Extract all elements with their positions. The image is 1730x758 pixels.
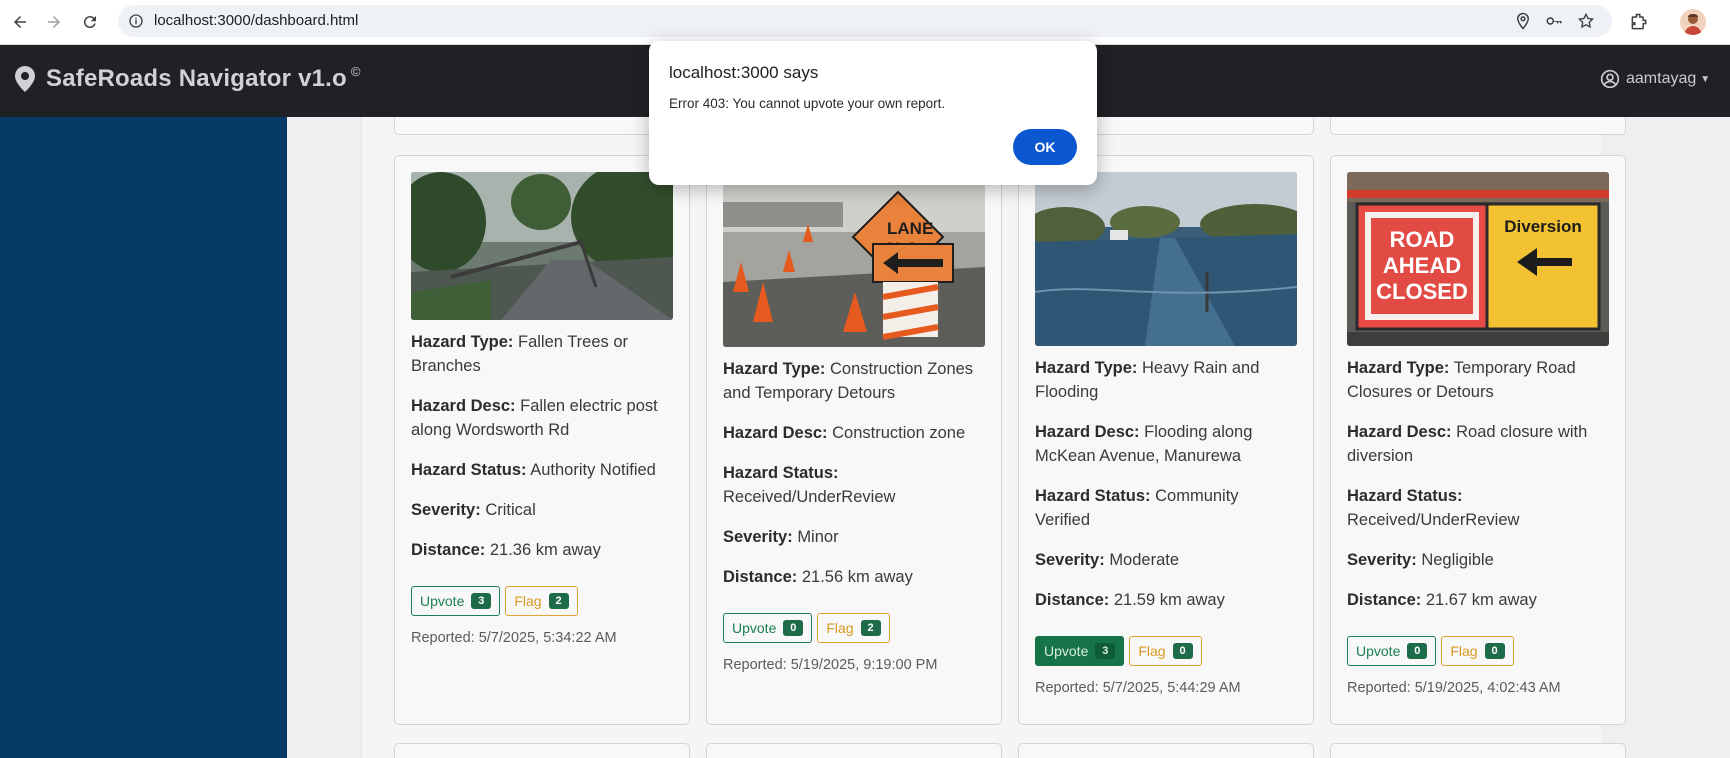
flooded-road-photo [1035,172,1297,346]
flag-button[interactable]: Flag 2 [817,613,890,643]
distance: Distance: 21.36 km away [411,541,601,559]
upvote-count-badge: 0 [783,620,804,636]
alert-dialog: localhost:3000 says Error 403: You canno… [649,41,1097,185]
severity: Severity: Critical [411,501,536,519]
hazard-card: Hazard Type: Heavy Rain and Flooding Haz… [1018,155,1314,725]
fallen-tree-photo [411,172,673,320]
svg-text:CLOSED: CLOSED [1376,279,1468,304]
brand-name: SafeRoads Navigator v1.o [46,65,347,92]
browser-toolbar: localhost:3000/dashboard.html [0,0,1730,45]
hazard-status: Hazard Status: Community Verified [1035,487,1239,529]
forward-icon[interactable] [40,8,68,36]
upvote-count-badge: 3 [471,593,492,609]
upvote-button[interactable]: Upvote 3 [1035,636,1125,666]
chevron-down-icon: ▼ [1700,73,1711,85]
url-text[interactable]: localhost:3000/dashboard.html [154,12,358,29]
hazard-type: Hazard Type: Temporary Road Closures or … [1347,359,1576,401]
reported-timestamp: Reported: 5/7/2025, 5:44:29 AM [1035,680,1241,696]
upvote-button[interactable]: Upvote 0 [1347,636,1437,666]
severity: Severity: Moderate [1035,551,1180,569]
sidebar [0,117,287,758]
reload-icon[interactable] [76,8,104,36]
severity: Severity: Negligible [1347,551,1494,569]
construction-zone-photo: LANE CLO [723,172,985,347]
upvote-button[interactable]: Upvote 3 [411,586,501,616]
card-partial [1330,117,1626,135]
dialog-message: Error 403: You cannot upvote your own re… [669,96,946,111]
dialog-title: localhost:3000 says [669,63,819,82]
main-content: Hazard Type: Fallen Trees or Branches Ha… [287,117,1730,758]
flag-button[interactable]: Flag 0 [1441,636,1514,666]
card-partial [1330,743,1626,758]
user-menu[interactable]: aamtayag ▼ [1600,69,1710,89]
ok-button[interactable]: OK [1013,129,1077,165]
upvote-count-badge: 0 [1407,643,1428,659]
hazard-desc: Hazard Desc: Flooding along McKean Avenu… [1035,423,1253,465]
card-details: Hazard Type: Temporary Road Closures or … [1347,356,1609,700]
flag-count-badge: 0 [1172,643,1193,659]
site-info-icon[interactable] [126,11,146,31]
profile-avatar-icon[interactable] [1680,9,1706,35]
upvote-button[interactable]: Upvote 0 [723,613,813,643]
flag-button[interactable]: Flag 0 [1129,636,1202,666]
user-circle-icon [1600,69,1620,89]
card-details: Hazard Type: Fallen Trees or Branches Ha… [411,330,673,650]
bookmark-star-icon[interactable] [1576,11,1596,31]
flag-count-badge: 2 [548,593,569,609]
flag-count-badge: 2 [860,620,881,636]
hazard-status: Hazard Status: Authority Notified [411,461,656,479]
hazard-card: ROAD AHEAD CLOSED Diversion Hazard Type:… [1330,155,1626,725]
reported-timestamp: Reported: 5/19/2025, 4:02:43 AM [1347,680,1561,696]
map-pin-icon [15,66,35,92]
hazard-card: LANE CLO Hazard Type: Construction Zones… [706,155,1002,725]
severity: Severity: Minor [723,528,839,546]
svg-text:LANE: LANE [887,219,933,238]
brand[interactable]: SafeRoads Navigator v1.o © [14,63,361,93]
location-icon[interactable] [1513,11,1533,31]
hazard-desc: Hazard Desc: Fallen electric post along … [411,397,658,439]
card-partial [706,743,1002,758]
card-details: Hazard Type: Construction Zones and Temp… [723,357,985,677]
card-partial [394,117,690,135]
svg-text:ROAD: ROAD [1390,227,1455,252]
hazard-card: Hazard Type: Fallen Trees or Branches Ha… [394,155,690,725]
password-key-icon[interactable] [1544,11,1564,31]
reported-timestamp: Reported: 5/7/2025, 5:34:22 AM [411,630,617,646]
upvote-count-badge: 3 [1095,643,1116,659]
distance: Distance: 21.56 km away [723,568,913,586]
extensions-icon[interactable] [1625,8,1653,36]
hazard-status: Hazard Status: Received/UnderReview [1347,487,1520,529]
distance: Distance: 21.59 km away [1035,591,1225,609]
road-closed-sign-photo: ROAD AHEAD CLOSED Diversion [1347,172,1609,346]
hazard-status: Hazard Status: Received/UnderReview [723,464,896,506]
svg-text:AHEAD: AHEAD [1383,253,1461,278]
address-bar[interactable]: localhost:3000/dashboard.html [118,5,1612,37]
card-partial [1018,743,1314,758]
flag-button[interactable]: Flag 2 [505,586,578,616]
reported-timestamp: Reported: 5/19/2025, 9:19:00 PM [723,657,938,673]
hazard-type: Hazard Type: Fallen Trees or Branches [411,333,629,375]
hazard-desc: Hazard Desc: Construction zone [723,424,966,442]
card-partial [394,743,690,758]
card-details: Hazard Type: Heavy Rain and Flooding Haz… [1035,356,1297,700]
cards-grid: Hazard Type: Fallen Trees or Branches Ha… [361,117,1626,758]
flag-count-badge: 0 [1484,643,1505,659]
hazard-desc: Hazard Desc: Road closure with diversion [1347,423,1588,465]
copyright-mark: © [350,63,361,79]
hazard-type: Hazard Type: Construction Zones and Temp… [723,360,974,402]
svg-text:Diversion: Diversion [1504,217,1581,236]
distance: Distance: 21.67 km away [1347,591,1537,609]
username: aamtayag [1626,70,1697,87]
hazard-type: Hazard Type: Heavy Rain and Flooding [1035,359,1260,401]
back-icon[interactable] [6,8,34,36]
